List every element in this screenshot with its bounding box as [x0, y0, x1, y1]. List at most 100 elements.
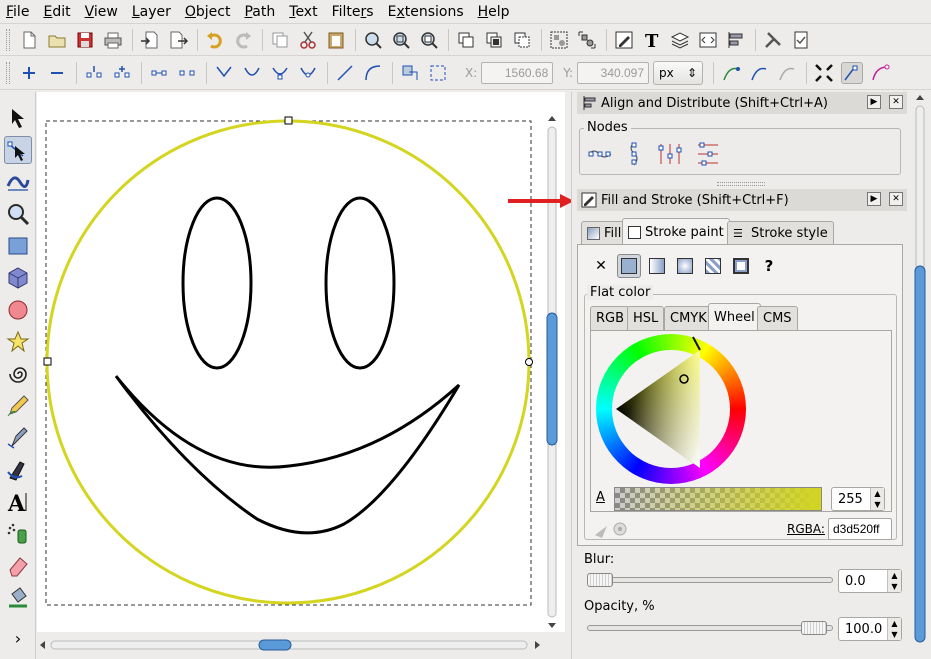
ungroup-icon[interactable]	[576, 29, 598, 51]
menu-filters[interactable]: Filters	[332, 4, 374, 20]
blur-slider[interactable]	[587, 577, 833, 583]
pen-tool-icon[interactable]	[4, 424, 32, 452]
align-nodes-horizontal-icon[interactable]	[588, 142, 612, 166]
opacity-slider[interactable]	[587, 625, 833, 631]
menu-extensions[interactable]: Extensions	[388, 4, 464, 20]
show-helper-path-icon[interactable]	[748, 62, 770, 84]
node-tool-icon[interactable]	[4, 136, 32, 164]
linear-gradient-icon[interactable]	[645, 254, 669, 278]
spin-arrows-icon[interactable]: ▲ ▼	[887, 618, 901, 640]
tab-wheel[interactable]: Wheel	[708, 303, 761, 330]
print-icon[interactable]	[102, 29, 124, 51]
transform-handles-icon[interactable]	[813, 62, 835, 84]
cusp-node-icon[interactable]	[213, 62, 235, 84]
segment-line-icon[interactable]	[334, 62, 356, 84]
symmetric-node-icon[interactable]	[269, 62, 291, 84]
new-document-icon[interactable]	[18, 29, 40, 51]
eraser-tool-icon[interactable]	[4, 552, 32, 580]
smooth-node-icon[interactable]	[241, 62, 263, 84]
edit-clip-icon[interactable]	[776, 62, 798, 84]
chevron-right-icon[interactable]: ›	[4, 624, 32, 652]
import-icon[interactable]	[139, 29, 161, 51]
tab-fill[interactable]: Fill	[581, 221, 628, 245]
menu-edit[interactable]: Edit	[43, 4, 70, 20]
distribute-nodes-horizontal-icon[interactable]	[658, 142, 682, 166]
align-distribute-icon[interactable]	[725, 29, 747, 51]
opacity-spinbox[interactable]: 100.0 ▲ ▼	[838, 617, 902, 641]
segment-curve-icon[interactable]	[362, 62, 384, 84]
text-tool-icon[interactable]: A	[4, 488, 32, 516]
export-icon[interactable]	[167, 29, 189, 51]
menu-help[interactable]: Help	[478, 4, 510, 20]
blur-slider-knob[interactable]	[587, 573, 613, 587]
zoom-drawing-icon[interactable]	[390, 29, 412, 51]
paste-icon[interactable]	[325, 29, 347, 51]
group-icon[interactable]	[548, 29, 570, 51]
open-icon[interactable]	[46, 29, 68, 51]
selector-tool-icon[interactable]	[4, 104, 32, 132]
mask-path-icon[interactable]	[869, 62, 891, 84]
no-paint-icon[interactable]: ✕	[589, 254, 613, 278]
paint-bucket-tool-icon[interactable]	[4, 584, 32, 612]
menu-path[interactable]: Path	[244, 4, 275, 20]
rectangle-tool-icon[interactable]	[4, 232, 32, 260]
canvas-vertical-scrollbar[interactable]	[543, 113, 561, 633]
copy-icon[interactable]	[269, 29, 291, 51]
menu-layer[interactable]: Layer	[132, 4, 171, 20]
insert-node-icon[interactable]	[18, 62, 40, 84]
spin-arrows-icon[interactable]: ▲ ▼	[870, 488, 884, 510]
pattern-icon[interactable]	[701, 254, 725, 278]
document-properties-icon[interactable]	[790, 29, 812, 51]
opacity-slider-knob[interactable]	[801, 621, 827, 635]
fill-stroke-icon[interactable]	[613, 29, 635, 51]
tab-rgb[interactable]: RGB	[590, 306, 631, 330]
dock-vertical-scrollbar[interactable]	[912, 92, 928, 652]
redo-icon[interactable]	[232, 29, 254, 51]
undo-icon[interactable]	[204, 29, 226, 51]
rgba-input[interactable]	[828, 518, 892, 540]
alpha-spinbox[interactable]: 255 ▲ ▼	[831, 487, 885, 511]
unset-paint-icon[interactable]: ?	[757, 254, 781, 278]
panel-close-button[interactable]: ✕	[889, 192, 903, 206]
unlink-clone-icon[interactable]	[511, 29, 533, 51]
y-coordinate-input[interactable]	[577, 62, 650, 84]
save-icon[interactable]	[74, 29, 96, 51]
menu-object[interactable]: Object	[185, 4, 231, 20]
calligraphy-tool-icon[interactable]	[4, 456, 32, 484]
menu-view[interactable]: View	[85, 4, 118, 20]
delete-node-icon[interactable]	[46, 62, 68, 84]
spiral-tool-icon[interactable]	[4, 360, 32, 388]
3d-box-tool-icon[interactable]	[4, 264, 32, 292]
panel-iconify-button[interactable]: ▶	[867, 95, 881, 109]
menu-text[interactable]: Text	[289, 4, 317, 20]
auto-smooth-node-icon[interactable]	[297, 62, 319, 84]
xml-editor-icon[interactable]	[697, 29, 719, 51]
tab-cmyk[interactable]: CMYK	[664, 306, 713, 330]
tab-stroke-paint[interactable]: Stroke paint	[622, 218, 730, 245]
tweak-tool-icon[interactable]	[4, 168, 32, 196]
x-coordinate-input[interactable]	[481, 62, 554, 84]
join-nodes-icon[interactable]	[83, 62, 105, 84]
distribute-nodes-vertical-icon[interactable]	[696, 142, 720, 166]
panel-iconify-button[interactable]: ▶	[867, 192, 881, 206]
spin-arrows-icon[interactable]: ▲ ▼	[887, 570, 901, 592]
star-tool-icon[interactable]	[4, 328, 32, 356]
canvas[interactable]: 1:1	[37, 92, 598, 651]
zoom-tool-icon[interactable]	[4, 200, 32, 228]
tab-stroke-style[interactable]: ☰ Stroke style	[727, 221, 834, 245]
toolbar-grip[interactable]	[6, 29, 10, 51]
flat-color-icon[interactable]	[617, 254, 641, 278]
object-to-path-icon[interactable]	[399, 62, 421, 84]
delete-segment-icon[interactable]	[176, 62, 198, 84]
panel-resize-grip[interactable]	[717, 182, 765, 186]
canvas-horizontal-scrollbar[interactable]	[37, 636, 543, 654]
clone-icon[interactable]	[483, 29, 505, 51]
menu-file[interactable]: File	[6, 4, 29, 20]
fill-stroke-panel-title[interactable]: Fill and Stroke (Shift+Ctrl+F) ▶ ✕	[577, 189, 907, 211]
show-handles-icon[interactable]	[720, 62, 742, 84]
ellipse-tool-icon[interactable]	[4, 296, 32, 324]
blur-spinbox[interactable]: 0.0 ▲ ▼	[838, 569, 902, 593]
color-picker-icons[interactable]	[594, 520, 628, 538]
tab-cms[interactable]: CMS	[757, 306, 798, 330]
join-segment-icon[interactable]	[148, 62, 170, 84]
